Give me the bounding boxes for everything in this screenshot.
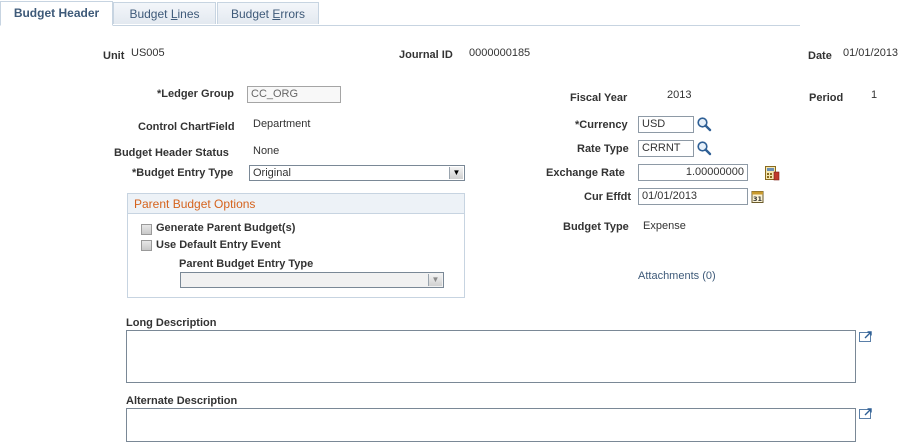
search-icon[interactable] [696,116,712,132]
tab-label: Budget Header [13,6,100,20]
parent-budget-options-title: Parent Budget Options [128,194,464,214]
alternate-description-textarea[interactable] [126,408,856,442]
date-value: 01/01/2013 [843,47,899,59]
parent-budget-options-group: Parent Budget Options Generate Parent Bu… [127,193,465,298]
cur-effdt-label: Cur Effdt [584,191,632,203]
parent-budget-entry-type-label: Parent Budget Entry Type [179,258,314,270]
tab-label: Budget [230,7,273,21]
tab-budget-lines[interactable]: Budget Lines [113,2,216,24]
tab-budget-errors[interactable]: Budget Errors [217,2,319,24]
budget-entry-type-select[interactable]: Original ▼ [249,165,465,181]
exchange-rate-label: Exchange Rate [546,167,625,179]
rate-type-field[interactable]: CRRNT [638,140,694,157]
long-description-textarea[interactable] [126,330,856,383]
generate-parent-budget-label: Generate Parent Budget(s) [156,222,296,234]
budget-header-status-value: None [253,145,280,157]
calculator-icon[interactable] [764,165,780,181]
budget-entry-type-label: *Budget Entry Type [132,167,234,179]
budget-entry-type-value: Original [253,167,291,179]
fiscal-year-label: Fiscal Year [570,92,628,104]
tab-label: rrors [280,7,306,21]
tab-budget-header[interactable]: Budget Header [0,1,113,26]
rate-type-label: Rate Type [577,143,629,155]
tab-accesskey: L [170,7,178,21]
period-label: Period [809,92,844,104]
control-chartfield-label: Control ChartField [138,121,235,133]
ledger-group-label: *Ledger Group [157,88,235,100]
dropdown-arrow-icon: ▼ [449,167,463,179]
expand-icon[interactable] [858,329,874,345]
alternate-description-label: Alternate Description [126,395,238,407]
parent-budget-entry-type-select[interactable]: ▼ [180,272,444,288]
use-default-entry-event-checkbox[interactable] [141,240,152,251]
journal-id-label: Journal ID [399,49,453,61]
budget-type-label: Budget Type [563,221,629,233]
long-description-label: Long Description [126,317,217,329]
search-icon[interactable] [696,140,712,156]
fiscal-year-value: 2013 [667,89,692,101]
dropdown-arrow-icon: ▼ [428,274,442,286]
tab-label: Budget [129,7,171,21]
cur-effdt-field[interactable]: 01/01/2013 [638,188,748,205]
period-value: 1 [871,89,878,101]
exchange-rate-field[interactable]: 1.00000000 [638,164,748,181]
attachments-link[interactable]: Attachments (0) [638,270,716,282]
expand-icon[interactable] [858,406,874,422]
date-label: Date [808,50,832,62]
control-chartfield-value: Department [253,118,311,130]
tab-divider [0,25,800,26]
currency-label: *Currency [575,119,628,131]
budget-type-value: Expense [643,220,686,232]
generate-parent-budget-checkbox[interactable] [141,224,152,235]
budget-header-status-label: Budget Header Status [114,147,229,159]
tab-bar: Budget Header Budget Lines Budget Errors [0,0,913,26]
tab-label: ines [177,7,200,21]
use-default-entry-event-label: Use Default Entry Event [156,239,281,251]
calendar-icon[interactable]: 31 [750,189,766,205]
currency-field[interactable]: USD [638,116,694,133]
svg-text:31: 31 [753,195,763,203]
unit-label: Unit [103,50,125,62]
journal-id-value: 0000000185 [469,47,531,59]
unit-value: US005 [131,47,165,59]
ledger-group-field[interactable]: CC_ORG [247,86,341,103]
